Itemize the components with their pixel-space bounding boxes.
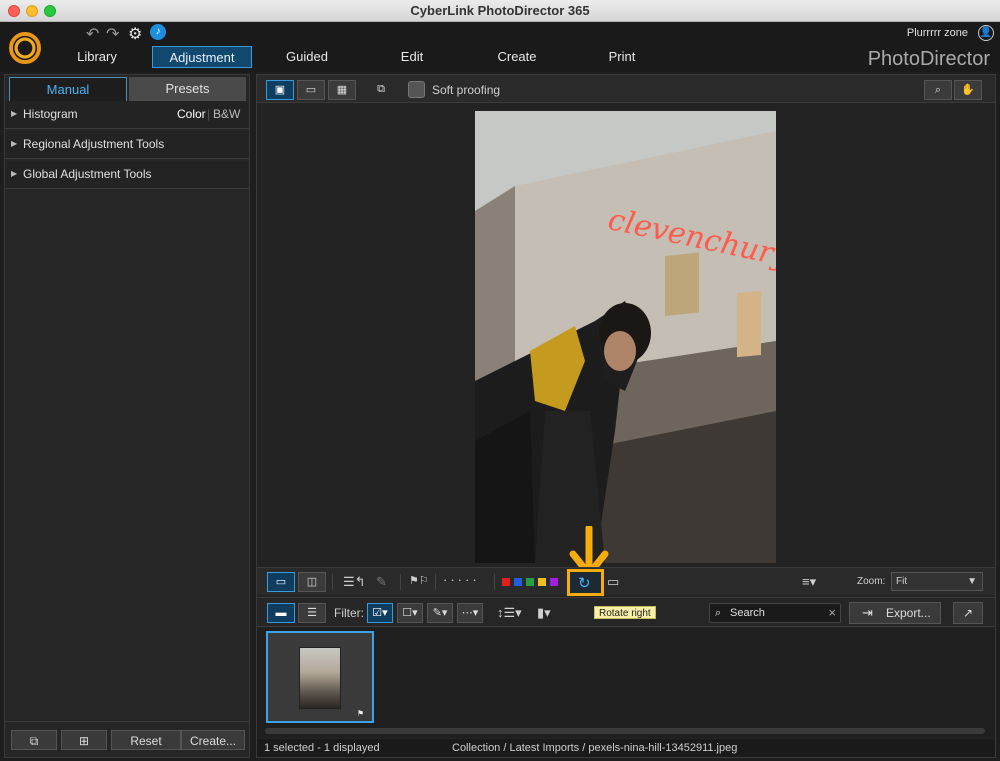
color-label-blue[interactable] bbox=[514, 578, 522, 586]
settings-icon[interactable]: ⚙ bbox=[128, 24, 142, 44]
left-panel-footer: ⧉ ⊞ Reset Create... bbox=[5, 721, 249, 757]
filter-flag-dropdown[interactable]: ☑▾ bbox=[367, 603, 393, 623]
color-label-red[interactable] bbox=[502, 578, 510, 586]
histogram-bw-toggle[interactable]: B&W bbox=[213, 101, 240, 127]
search-placeholder: Search bbox=[730, 607, 765, 619]
app-header: ↶ ↷ ⚙ ♪ Library Adjustment Guided Edit C… bbox=[0, 22, 1000, 72]
single-view-button[interactable]: ▭ bbox=[267, 572, 295, 592]
magnifier-icon[interactable]: ⌕ bbox=[924, 80, 952, 100]
file-path: Collection / Latest Imports / pexels-nin… bbox=[452, 742, 738, 754]
search-icon: ⌕ bbox=[715, 607, 722, 619]
rotate-right-button[interactable]: ↻ bbox=[567, 569, 604, 596]
undo-icon[interactable]: ↶ bbox=[86, 24, 99, 44]
notification-icon[interactable]: ♪ bbox=[150, 24, 166, 40]
dual-view-button[interactable]: ◫ bbox=[298, 572, 326, 592]
export-icon: ⇥ bbox=[862, 605, 873, 620]
brand-name: PhotoDirector bbox=[867, 48, 990, 70]
global-adjustment-section[interactable]: ▶ Global Adjustment Tools bbox=[5, 161, 249, 189]
filmstrip-view-button[interactable]: ▬ bbox=[267, 603, 295, 623]
global-adjustment-label: Global Adjustment Tools bbox=[23, 167, 152, 181]
filmstrip: ⚑ bbox=[257, 628, 995, 738]
left-panel: Manual Presets ▶ Histogram Color | B&W ▶… bbox=[4, 74, 250, 758]
title-bar: CyberLink PhotoDirector 365 bbox=[0, 0, 1000, 22]
export-label: Export... bbox=[886, 606, 931, 620]
filter-label: Filter: bbox=[334, 606, 364, 620]
rating-stars[interactable]: ····· bbox=[443, 572, 480, 587]
filmstrip-scrollbar[interactable] bbox=[265, 728, 985, 734]
window-title: CyberLink PhotoDirector 365 bbox=[410, 3, 590, 18]
thumbnail-item[interactable]: ⚑ bbox=[266, 631, 374, 723]
regional-adjustment-label: Regional Adjustment Tools bbox=[23, 137, 165, 151]
brush-icon[interactable]: ✎ bbox=[376, 574, 387, 590]
expand-arrow-icon[interactable]: ▶ bbox=[11, 131, 17, 157]
tab-guided[interactable]: Guided bbox=[272, 46, 342, 68]
photo-toolbar: ▭ ◫ ☰↰ ✎ ⚑⚐ ····· ↻ ▭ ≡▾ Zoom: Fit ▼ bbox=[257, 567, 995, 596]
clear-search-icon[interactable]: × bbox=[828, 604, 836, 622]
user-name[interactable]: Plurrrrr zone bbox=[907, 27, 968, 39]
second-display-icon[interactable]: ⧉ bbox=[367, 80, 395, 100]
grid-view-button[interactable]: ▦ bbox=[328, 80, 356, 100]
share-button[interactable]: ↗ bbox=[953, 602, 983, 624]
status-bar: 1 selected - 1 displayed Collection / La… bbox=[257, 739, 995, 757]
regional-adjustment-section[interactable]: ▶ Regional Adjustment Tools bbox=[5, 131, 249, 159]
filter-more-dropdown[interactable]: ⋯▾ bbox=[457, 603, 483, 623]
tab-adjustment[interactable]: Adjustment bbox=[152, 46, 252, 68]
histogram-section[interactable]: ▶ Histogram Color | B&W bbox=[5, 101, 249, 129]
color-label-green[interactable] bbox=[526, 578, 534, 586]
filter-rating-dropdown[interactable]: ☐▾ bbox=[397, 603, 423, 623]
tab-print[interactable]: Print bbox=[587, 46, 657, 68]
sort-order-icon[interactable]: ↕☰▾ bbox=[497, 605, 522, 621]
search-input[interactable]: ⌕ Search × bbox=[709, 603, 841, 623]
thumbnail-image bbox=[299, 647, 341, 709]
photo-illustration: clevenchury bbox=[475, 111, 776, 563]
flag-icon[interactable]: ⚑⚐ bbox=[409, 574, 429, 587]
zoom-label: Zoom: bbox=[857, 576, 886, 587]
tab-library[interactable]: Library bbox=[62, 46, 132, 68]
rotate-right-tooltip: Rotate right bbox=[594, 606, 656, 619]
stack-icon[interactable]: ☰↰ bbox=[343, 574, 366, 590]
export-button[interactable]: ⇥ Export... bbox=[849, 602, 941, 624]
sort-menu-icon[interactable]: ≡▾ bbox=[802, 574, 816, 590]
list-view-button[interactable]: ☰ bbox=[298, 603, 326, 623]
flag-icon: ⚑ bbox=[356, 709, 364, 718]
loupe-view-button[interactable]: ▣ bbox=[266, 80, 294, 100]
tab-manual[interactable]: Manual bbox=[9, 77, 127, 101]
crop-info-icon[interactable]: ▭ bbox=[607, 574, 619, 590]
filter-edited-dropdown[interactable]: ✎▾ bbox=[427, 603, 453, 623]
expand-arrow-icon[interactable]: ▶ bbox=[11, 101, 17, 127]
main-photo[interactable]: clevenchury bbox=[475, 111, 776, 563]
soft-proofing-checkbox[interactable] bbox=[408, 81, 425, 98]
expand-arrow-icon[interactable]: ▶ bbox=[11, 161, 17, 187]
redo-icon[interactable]: ↷ bbox=[106, 24, 119, 44]
tab-presets[interactable]: Presets bbox=[129, 77, 246, 101]
selection-status: 1 selected - 1 displayed bbox=[264, 742, 380, 754]
rotate-right-icon: ↻ bbox=[578, 575, 591, 592]
user-avatar-icon[interactable]: 👤 bbox=[978, 25, 994, 41]
chevron-down-icon: ▼ bbox=[967, 576, 977, 587]
zoom-value: Fit bbox=[896, 576, 908, 587]
compare-view-button[interactable]: ▭ bbox=[297, 80, 325, 100]
soft-proofing-label: Soft proofing bbox=[432, 83, 501, 97]
color-label-yellow[interactable] bbox=[538, 578, 546, 586]
paste-settings-button[interactable]: ⊞ bbox=[61, 730, 107, 750]
app-logo[interactable] bbox=[9, 32, 41, 64]
reset-button[interactable]: Reset bbox=[111, 730, 181, 750]
tab-create[interactable]: Create bbox=[482, 46, 552, 68]
photo-viewer: clevenchury bbox=[257, 104, 995, 578]
zoom-dropdown[interactable]: Fit ▼ bbox=[891, 572, 983, 591]
create-preset-button[interactable]: Create... bbox=[181, 730, 245, 750]
stack-options-icon[interactable]: ▮▾ bbox=[537, 605, 551, 621]
color-label-purple[interactable] bbox=[550, 578, 558, 586]
histogram-label: Histogram bbox=[23, 107, 78, 121]
workspace: ▣ ▭ ▦ ⧉ Soft proofing ⌕ ✋ clevenchury ▭ … bbox=[256, 74, 996, 758]
view-toolbar: ▣ ▭ ▦ ⧉ Soft proofing ⌕ ✋ bbox=[257, 75, 995, 103]
copy-settings-button[interactable]: ⧉ bbox=[11, 730, 57, 750]
hand-tool-icon[interactable]: ✋ bbox=[954, 80, 982, 100]
tab-edit[interactable]: Edit bbox=[377, 46, 447, 68]
histogram-color-toggle[interactable]: Color bbox=[177, 101, 206, 127]
